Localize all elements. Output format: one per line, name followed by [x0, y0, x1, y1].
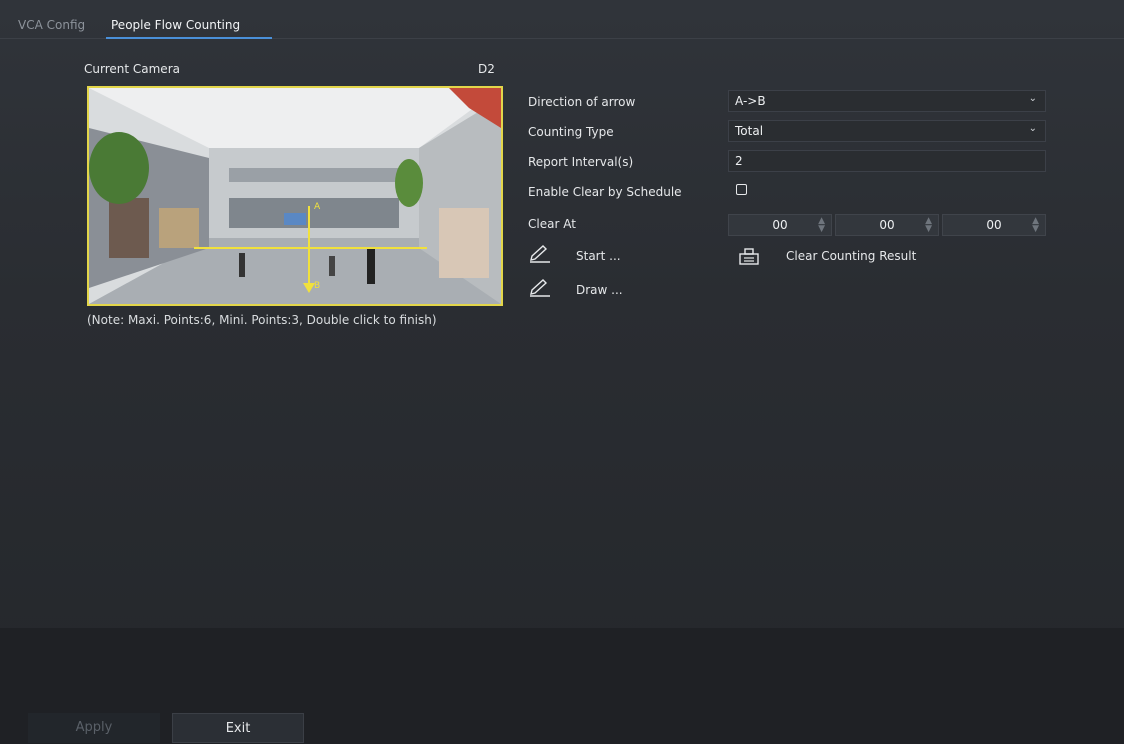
direction-select[interactable]: A->B ⌄: [728, 90, 1046, 112]
apply-button[interactable]: Apply: [28, 713, 160, 743]
stepper-icon[interactable]: ▲ ▼: [925, 217, 932, 234]
pencil-icon[interactable]: [528, 278, 552, 298]
camera-id: D2: [478, 62, 495, 76]
clear-at-hour-value: 00: [772, 218, 788, 232]
clear-at-minute-value: 00: [879, 218, 895, 232]
screen: VCA Config People Flow Counting Current …: [0, 0, 1124, 744]
stepper-icon[interactable]: ▲ ▼: [1032, 217, 1039, 234]
report-interval-label: Report Interval(s): [528, 155, 634, 169]
clear-at-minute[interactable]: 00 ▲ ▼: [835, 214, 939, 236]
tab-vca-config[interactable]: VCA Config: [18, 18, 85, 32]
draw-button[interactable]: Draw ...: [576, 283, 623, 297]
report-interval-value: 2: [735, 154, 743, 168]
pencil-icon[interactable]: [528, 244, 552, 264]
clear-at-second[interactable]: 00 ▲ ▼: [942, 214, 1046, 236]
direction-value: A->B: [735, 94, 766, 108]
clear-at-label: Clear At: [528, 217, 576, 231]
clear-at-hour[interactable]: 00 ▲ ▼: [728, 214, 832, 236]
chevron-down-icon: ⌄: [1028, 93, 1037, 104]
stepper-icon[interactable]: ▲ ▼: [818, 217, 825, 234]
drawing-note: (Note: Maxi. Points:6, Mini. Points:3, D…: [87, 313, 437, 327]
enable-clear-checkbox[interactable]: [736, 184, 747, 195]
active-tab-indicator: [106, 37, 272, 39]
footer: [0, 628, 1124, 744]
enable-clear-label: Enable Clear by Schedule: [528, 185, 682, 199]
chevron-down-icon: ⌄: [1028, 123, 1037, 134]
tab-people-flow-counting[interactable]: People Flow Counting: [111, 18, 240, 32]
report-interval-input[interactable]: 2: [728, 150, 1046, 172]
preview-scene: A B: [89, 88, 501, 304]
counting-type-select[interactable]: Total ⌄: [728, 120, 1046, 142]
svg-text:B: B: [314, 281, 320, 291]
clear-counting-result-button[interactable]: Clear Counting Result: [786, 249, 916, 263]
direction-label: Direction of arrow: [528, 95, 636, 109]
current-camera-label: Current Camera: [84, 62, 180, 76]
counting-type-label: Counting Type: [528, 125, 614, 139]
clear-counter-icon[interactable]: [738, 247, 760, 265]
counting-type-value: Total: [735, 124, 764, 138]
start-button[interactable]: Start ...: [576, 249, 621, 263]
camera-preview[interactable]: A B: [87, 86, 503, 306]
exit-button[interactable]: Exit: [172, 713, 304, 743]
tab-bar: VCA Config People Flow Counting: [0, 14, 1124, 39]
clear-at-second-value: 00: [986, 218, 1002, 232]
svg-text:A: A: [314, 202, 321, 212]
